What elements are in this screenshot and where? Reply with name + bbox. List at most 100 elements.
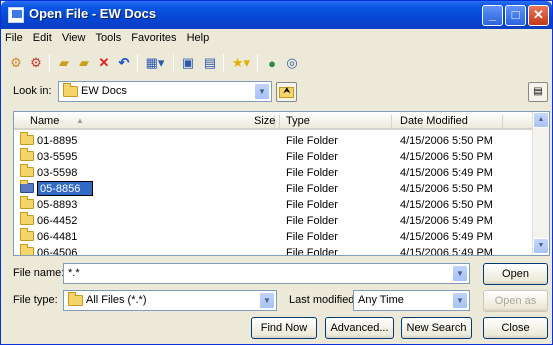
minimize-button[interactable]: _ [482,5,503,26]
view-menu-button[interactable]: ▤ [528,82,548,102]
views-icon[interactable]: ▦▾ [143,54,167,72]
title-bar[interactable]: Open File - EW Docs _ □ ✕ [1,1,552,29]
item-type: File Folder [286,231,338,243]
delete-icon[interactable]: ✕ [95,54,113,72]
file-name-label: File name: [13,267,65,279]
folder-icon [20,228,34,241]
open-as-copy-button[interactable]: Open as copy [483,290,548,327]
connect-icon[interactable]: ⚙ [7,54,25,72]
folder-icon [68,292,83,306]
item-type: File Folder [286,135,338,147]
item-date: 4/15/2006 5:50 PM [400,135,493,147]
item-date: 4/15/2006 5:50 PM [400,151,493,163]
folder-up-icon [279,85,294,98]
sort-asc-icon: ▲ [76,116,84,125]
col-type[interactable]: Type [286,115,310,127]
item-date: 4/15/2006 5:49 PM [400,231,493,243]
open-button[interactable]: Open [483,263,548,285]
chevron-down-icon[interactable]: ▼ [452,265,468,282]
look-in-combo[interactable]: EW Docs ▼ [58,81,272,102]
folder-icon [20,132,34,145]
file-list[interactable]: Name ▲ Size Type Date Modified 01-8895 F… [13,111,550,256]
move-icon[interactable]: ▰ [55,54,73,72]
scroll-up-icon[interactable]: ▲ [533,112,549,128]
menu-favorites[interactable]: Favorites [131,32,176,44]
close-button[interactable]: Close [483,317,548,339]
menu-file[interactable]: File [5,32,23,44]
vertical-scrollbar[interactable]: ▲ ▼ [532,112,549,255]
scroll-down-icon[interactable]: ▼ [533,238,549,254]
item-name: 06-4452 [37,215,78,227]
item-type: File Folder [286,247,338,256]
folder-icon [63,83,78,97]
preview-icon[interactable]: ▣ [179,54,197,72]
file-type-combo[interactable]: All Files (*.*) ▼ [63,290,277,311]
folder-icon [20,244,34,255]
folder-icon [20,196,34,209]
list-item[interactable]: 03-5595 File Folder 4/15/2006 5:50 PM [14,148,534,165]
menu-view[interactable]: View [62,32,86,44]
maximize-button[interactable]: □ [505,5,526,26]
window-title: Open File - EW Docs [29,6,157,21]
menu-tools[interactable]: Tools [96,32,122,44]
item-date: 4/15/2006 5:50 PM [400,199,493,211]
file-type-value: All Files (*.*) [86,294,147,306]
undo-icon[interactable]: ↶ [115,54,133,72]
look-in-row: Look in: EW Docs ▼ ▤ [1,80,553,104]
chevron-down-icon[interactable]: ▼ [259,292,275,309]
look-in-label: Look in: [13,85,52,97]
globe-icon[interactable]: ● [263,54,281,72]
menu-edit[interactable]: Edit [33,32,52,44]
item-date: 4/15/2006 5:49 PM [400,167,493,179]
toolbar: ⚙ ⚙ ▰ ▰ ✕ ↶ ▦▾ ▣ ▤ ★▾ ● ◎ [5,52,550,74]
item-type: File Folder [286,151,338,163]
list-item[interactable]: 06-4506 File Folder 4/15/2006 5:49 PM [14,244,534,256]
rename-input[interactable]: 05-8856 [37,181,93,196]
col-size[interactable]: Size [254,115,275,127]
close-window-button[interactable]: ✕ [528,5,549,26]
item-name: 03-5598 [37,167,78,179]
list-item[interactable]: 06-4481 File Folder 4/15/2006 5:49 PM [14,228,534,245]
item-type: File Folder [286,183,338,195]
advanced-button[interactable]: Advanced... [325,317,394,339]
new-search-button[interactable]: New Search [401,317,472,339]
chevron-down-icon[interactable]: ▼ [254,83,270,100]
folder-icon [20,212,34,225]
file-type-label: File type: [13,294,58,306]
app-icon [8,7,24,23]
col-name[interactable]: Name [30,115,59,127]
chevron-down-icon[interactable]: ▼ [452,292,468,309]
list-item-selected[interactable]: 05-8856 File Folder 4/15/2006 5:50 PM [14,180,534,197]
item-type: File Folder [286,167,338,179]
folder-icon [20,180,34,193]
disconnect-icon[interactable]: ⚙ [27,54,45,72]
col-date[interactable]: Date Modified [400,115,468,127]
list-header: Name ▲ Size Type Date Modified [14,112,534,130]
item-name: 01-8895 [37,135,78,147]
item-date: 4/15/2006 5:49 PM [400,247,493,256]
item-type: File Folder [286,215,338,227]
search-icon[interactable]: ◎ [283,54,301,72]
up-one-level-button[interactable] [276,82,297,102]
find-now-button[interactable]: Find Now [251,317,317,339]
favorites-icon[interactable]: ★▾ [229,54,253,72]
last-modified-combo[interactable]: Any Time ▼ [353,290,470,311]
last-modified-value: Any Time [358,294,404,306]
item-name: 03-5595 [37,151,78,163]
item-name: 06-4506 [37,247,78,256]
list-item[interactable]: 03-5598 File Folder 4/15/2006 5:49 PM [14,164,534,181]
folder-icon [20,164,34,177]
item-date: 4/15/2006 5:50 PM [400,183,493,195]
copy-icon[interactable]: ▰ [75,54,93,72]
list-item[interactable]: 01-8895 File Folder 4/15/2006 5:50 PM [14,132,534,149]
properties-icon[interactable]: ▤ [201,54,219,72]
last-modified-label: Last modified: [289,294,358,306]
file-name-input[interactable]: *.* ▼ [63,263,470,284]
item-date: 4/15/2006 5:49 PM [400,215,493,227]
list-item[interactable]: 06-4452 File Folder 4/15/2006 5:49 PM [14,212,534,229]
menu-help[interactable]: Help [187,32,210,44]
menu-bar: File Edit View Tools Favorites Help [5,32,216,48]
list-item[interactable]: 05-8893 File Folder 4/15/2006 5:50 PM [14,196,534,213]
file-name-value: *.* [68,267,80,279]
folder-icon [20,148,34,161]
